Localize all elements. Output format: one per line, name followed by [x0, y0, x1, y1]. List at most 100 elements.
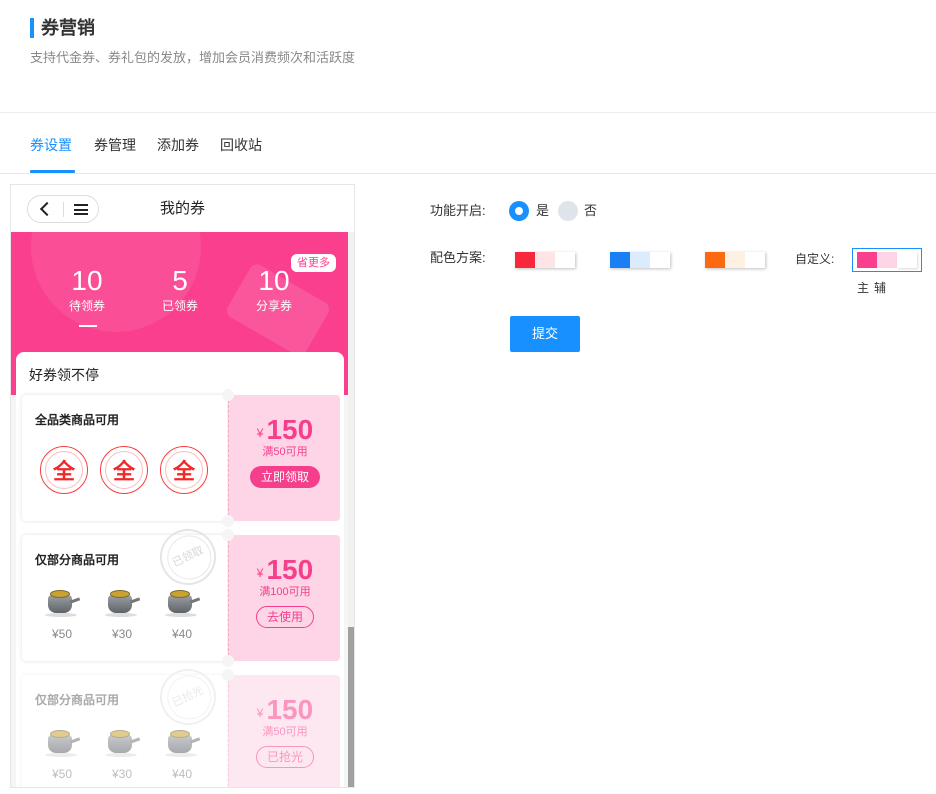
swatch-main-color	[515, 252, 535, 268]
coupon-condition: 仅部分商品可用	[35, 553, 120, 567]
custom-color-label: 自定义:	[795, 252, 835, 266]
coupon-notch	[222, 669, 234, 681]
enable-label: 功能开启:	[430, 203, 486, 218]
coupon-notch	[222, 529, 234, 541]
save-more-badge[interactable]: 省更多	[291, 254, 336, 272]
swatch-main-color	[705, 252, 725, 268]
product-price: ¥40	[171, 767, 193, 781]
custom-blank-color	[897, 252, 917, 268]
product-item[interactable]: ¥30	[101, 585, 143, 641]
claimed-stamp: 已领取	[150, 519, 226, 595]
cookware-product-icon	[43, 725, 81, 761]
tab-coupon-settings[interactable]: 券设置	[30, 135, 72, 155]
color-preset-orange[interactable]	[705, 252, 765, 268]
all-category-icon: 全	[160, 446, 208, 494]
go-use-button[interactable]: 去使用	[256, 606, 314, 628]
phone-nav-bar: 我的券	[11, 185, 354, 232]
cookware-product-icon	[163, 725, 201, 761]
enable-no-text: 否	[584, 203, 598, 218]
custom-main-caption: 主	[857, 281, 870, 295]
cookware-product-icon	[43, 585, 81, 621]
phone-scrollbar[interactable]	[348, 232, 354, 787]
coupon-price: ¥150	[256, 414, 314, 445]
stat-pending[interactable]: 10 待领券	[47, 264, 127, 314]
coupon-price: ¥150	[256, 694, 314, 725]
product-price: ¥30	[111, 767, 133, 781]
coupon-card-body: 已领取 仅部分商品可用 ¥50 ¥30 ¥40	[22, 519, 227, 661]
enable-no-radio[interactable]	[558, 201, 578, 221]
claim-now-button[interactable]: 立即领取	[250, 466, 320, 488]
sold-out-button[interactable]: 已抢光	[256, 746, 314, 768]
product-item[interactable]: ¥40	[161, 585, 203, 641]
color-preset-red[interactable]	[515, 252, 575, 268]
cookware-product-icon	[103, 725, 141, 761]
submit-button[interactable]: 提交	[510, 316, 580, 352]
enable-yes-radio[interactable]	[509, 201, 529, 221]
phone-scroll-body: 10 待领券 5 已领券 10 分享券 省更多 好券领不停 全品类商品可用 全 …	[11, 232, 354, 787]
stat-claimed-count: 5	[172, 265, 188, 296]
coupon-card: 已领取 仅部分商品可用 ¥50 ¥30 ¥40 ¥ 150 满100可用 去使用	[22, 519, 340, 667]
product-item[interactable]: ¥30	[101, 725, 143, 781]
coupon-notch	[222, 515, 234, 527]
coupon-price: ¥150	[256, 554, 314, 585]
cookware-product-icon	[163, 585, 201, 621]
custom-aux-color[interactable]	[877, 252, 897, 268]
coupon-notch	[222, 655, 234, 667]
tab-bar: 券设置 券管理 添加券 回收站	[0, 113, 936, 174]
stat-claimed-label: 已领券	[161, 299, 198, 313]
product-price: ¥50	[51, 767, 73, 781]
coupon-card: 全品类商品可用 全 全 全 ¥150 满50可用 立即领取	[22, 389, 340, 527]
tab-coupon-management[interactable]: 券管理	[94, 135, 136, 155]
stat-active-indicator	[79, 325, 97, 327]
product-item[interactable]: ¥40	[161, 725, 203, 781]
coupon-card-body: 已抢光 仅部分商品可用 ¥50 ¥30 ¥40	[22, 659, 227, 787]
scrollbar-thumb[interactable]	[348, 627, 354, 787]
custom-color-swatch[interactable]	[852, 248, 922, 272]
product-price: ¥50	[51, 627, 73, 641]
enable-yes-text: 是	[536, 203, 550, 218]
coupon-threshold: 满50可用	[262, 726, 308, 738]
custom-aux-caption: 辅	[874, 281, 887, 295]
coupon-notch	[222, 389, 234, 401]
swatch-main-color	[610, 252, 630, 268]
coupon-amount: 150	[266, 414, 314, 445]
sold-out-stamp: 已抢光	[150, 659, 226, 735]
all-category-icon: 全	[100, 446, 148, 494]
product-price: ¥30	[111, 627, 133, 641]
page-subtitle: 支持代金券、券礼包的发放，增加会员消费频次和活跃度	[30, 50, 356, 65]
custom-main-color[interactable]	[857, 252, 877, 268]
tab-recycle-bin[interactable]: 回收站	[220, 135, 262, 155]
coupon-condition: 仅部分商品可用	[35, 693, 120, 707]
swatch-aux-color	[630, 252, 650, 268]
page-header: 券营销 支持代金券、券礼包的发放，增加会员消费频次和活跃度	[0, 0, 936, 113]
tab-add-coupon[interactable]: 添加券	[157, 135, 199, 155]
coupon-section-title: 好券领不停	[29, 367, 99, 383]
coupon-card: 已抢光 仅部分商品可用 ¥50 ¥30 ¥40 ¥ 150 满50可用 已抢光	[22, 659, 340, 787]
title-accent-bar	[30, 18, 34, 38]
stat-shared-label: 分享券	[255, 299, 292, 313]
coupon-value-section: ¥150 满100可用 去使用	[228, 535, 340, 661]
page-title: 券营销	[41, 18, 95, 38]
product-item[interactable]: ¥50	[41, 585, 83, 641]
coupon-value-section: ¥150 满50可用 立即领取	[228, 395, 340, 521]
coupon-condition: 全品类商品可用	[35, 413, 120, 427]
coupon-value-section: ¥150 满50可用 已抢光	[228, 675, 340, 787]
coupon-amount: 150	[266, 554, 314, 585]
product-price: ¥40	[171, 627, 193, 641]
stat-pending-count: 10	[71, 265, 103, 296]
cookware-product-icon	[103, 585, 141, 621]
color-scheme-label: 配色方案:	[430, 250, 486, 265]
coupon-list-panel: 好券领不停 全品类商品可用 全 全 全 ¥150 满50可用 立即领取 已领取 …	[16, 352, 344, 787]
product-item[interactable]: ¥50	[41, 725, 83, 781]
coupon-threshold: 满100可用	[259, 586, 311, 598]
swatch-aux-color	[535, 252, 555, 268]
phone-preview: 我的券 10 待领券 5 已领券 10 分享券 省更多 好券领不停 全品类商品可…	[10, 184, 355, 788]
coupon-card-body: 全品类商品可用 全 全 全	[22, 395, 227, 521]
phone-page-title: 我的券	[159, 200, 205, 217]
swatch-aux-color	[725, 252, 745, 268]
coupon-amount: 150	[266, 694, 314, 725]
stat-pending-label: 待领券	[68, 299, 105, 313]
color-preset-blue[interactable]	[610, 252, 670, 268]
stat-claimed[interactable]: 5 已领券	[140, 264, 220, 314]
active-tab-indicator	[30, 170, 75, 173]
